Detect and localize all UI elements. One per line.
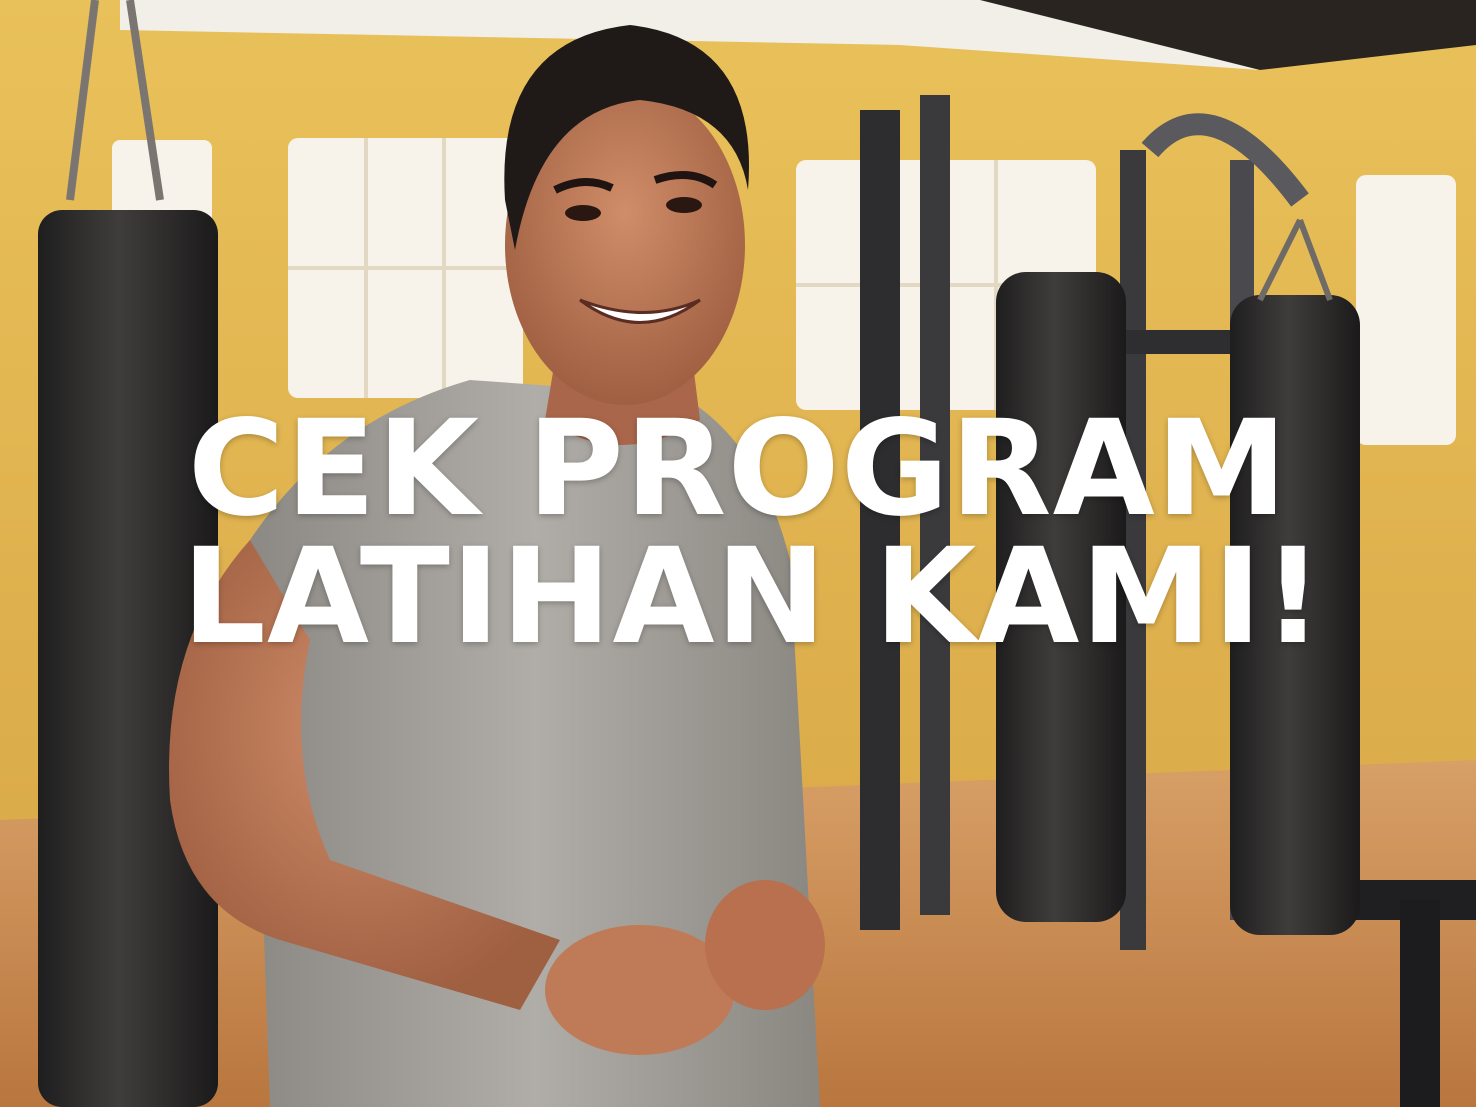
headline-line-1: CEK PROGRAM xyxy=(187,392,1289,546)
headline: CEK PROGRAM LATIHAN KAMI! xyxy=(0,392,1476,674)
headline-line-2: LATIHAN KAMI! xyxy=(181,520,1325,674)
photo-scene: CEK PROGRAM LATIHAN KAMI! xyxy=(0,0,1476,1107)
